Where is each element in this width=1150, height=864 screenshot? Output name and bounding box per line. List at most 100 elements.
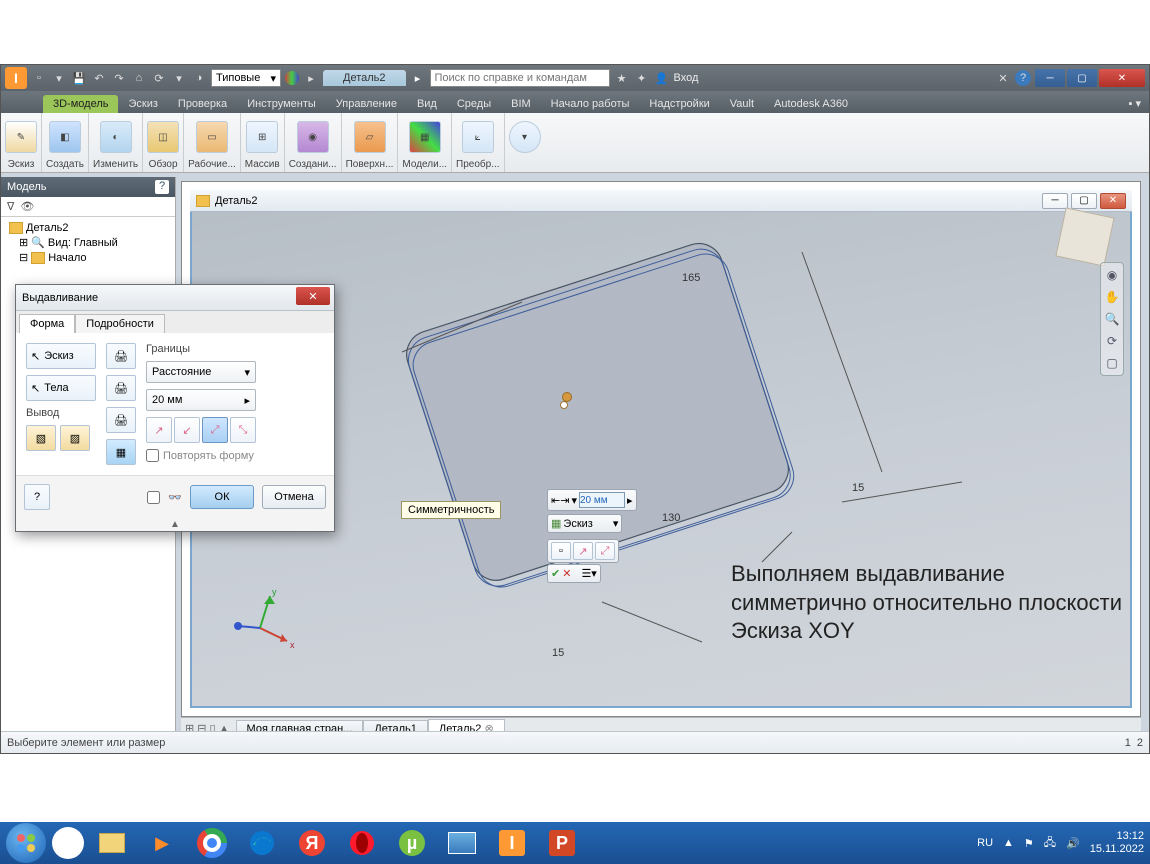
mini-dir2-icon[interactable]: ⤢: [595, 542, 615, 560]
page-2[interactable]: 2: [1137, 737, 1143, 749]
mini-confirm-toolbar[interactable]: ✔ ✕ ☰▾: [547, 564, 601, 583]
redo-icon[interactable]: ↷: [111, 70, 127, 86]
direction-1-button[interactable]: ↗: [146, 417, 172, 443]
tab-3d-model[interactable]: 3D-модель: [43, 95, 118, 113]
expand-icon[interactable]: ⊞: [19, 236, 28, 249]
tb-yandex2-icon[interactable]: Я: [290, 826, 334, 860]
save-icon[interactable]: 💾: [71, 70, 87, 86]
tab-bim[interactable]: BIM: [501, 95, 541, 113]
taskbar-clock[interactable]: 13:12 15.11.2022: [1090, 830, 1144, 856]
tab-getstarted[interactable]: Начало работы: [541, 95, 640, 113]
tab-view[interactable]: Вид: [407, 95, 447, 113]
tray-flag-icon[interactable]: ⚑: [1024, 837, 1034, 850]
modify-icon[interactable]: ◐: [100, 121, 132, 153]
page-1[interactable]: 1: [1125, 737, 1131, 749]
tb-utorrent-icon[interactable]: µ: [390, 826, 434, 860]
extrude-icon[interactable]: ◧: [49, 121, 81, 153]
pan-icon[interactable]: ✋: [1103, 288, 1121, 306]
start-button[interactable]: [6, 823, 46, 863]
tab-a360[interactable]: Autodesk A360: [764, 95, 858, 113]
direction-symmetric-button[interactable]: ⤢: [202, 417, 228, 443]
app-logo-icon[interactable]: I: [5, 67, 27, 89]
distance-input[interactable]: 20 мм▸: [146, 389, 256, 411]
mini-distance-input[interactable]: [579, 492, 625, 508]
orbit-icon[interactable]: ⟳: [1103, 332, 1121, 350]
cancel-icon[interactable]: ✕: [562, 567, 571, 580]
home-icon[interactable]: ⌂: [131, 70, 147, 86]
tab-tools[interactable]: Инструменты: [237, 95, 326, 113]
filter-icon[interactable]: ∇: [7, 200, 14, 213]
tab-sketch[interactable]: Эскиз: [118, 95, 167, 113]
tab-arrow-icon[interactable]: ▸: [410, 70, 426, 86]
color-icon[interactable]: [285, 71, 299, 85]
op-cut-button[interactable]: 🖨: [106, 375, 136, 401]
zoom-icon[interactable]: 🔍: [1103, 310, 1121, 328]
output-surface-button[interactable]: ▨: [60, 425, 90, 451]
vp-close-button[interactable]: ✕: [1100, 193, 1126, 209]
viewcube[interactable]: [1055, 207, 1114, 266]
ok-icon[interactable]: ✔: [551, 567, 560, 580]
star2-icon[interactable]: ✦: [634, 70, 650, 86]
tb-powerpoint-icon[interactable]: P: [540, 826, 584, 860]
tb-lang[interactable]: RU: [977, 837, 993, 849]
op-intersect-button[interactable]: 🖨: [106, 407, 136, 433]
tab-inspect[interactable]: Проверка: [168, 95, 237, 113]
options-icon[interactable]: ☰▾: [581, 567, 596, 580]
extents-combo[interactable]: Расстояние▾: [146, 361, 256, 383]
ribbon-collapse-icon[interactable]: ▪ ▾: [1121, 94, 1149, 113]
convert-icon[interactable]: ⟀: [462, 121, 494, 153]
star-icon[interactable]: ★: [614, 70, 630, 86]
help-icon[interactable]: ?: [1015, 70, 1031, 86]
tb-chrome-icon[interactable]: [190, 826, 234, 860]
solids-select-button[interactable]: ↖Тела: [26, 375, 96, 401]
tree-view[interactable]: ⊞🔍Вид: Главный: [5, 235, 171, 250]
undo-icon[interactable]: ↶: [91, 70, 107, 86]
minimize-button[interactable]: ─: [1035, 69, 1065, 87]
preview-checkbox[interactable]: [147, 491, 160, 504]
tray-up-icon[interactable]: ▲: [1003, 837, 1014, 849]
arrow-icon[interactable]: ▸: [303, 70, 319, 86]
tray-net-icon[interactable]: 🖧: [1044, 834, 1056, 853]
mini-output-icon[interactable]: ▫: [551, 542, 571, 560]
flyout-icon[interactable]: ▸: [627, 494, 633, 507]
tb-edge-icon[interactable]: [240, 826, 284, 860]
vp-minimize-button[interactable]: ─: [1042, 193, 1068, 209]
dimension-15b[interactable]: 15: [552, 647, 564, 659]
mini-distance-toolbar[interactable]: ⇤⇥▾ ▸: [547, 489, 637, 511]
direction-asym-button[interactable]: ⤡: [230, 417, 256, 443]
user-icon[interactable]: 👤: [654, 70, 670, 86]
update-icon[interactable]: ⟳: [151, 70, 167, 86]
dialog-tab-more[interactable]: Подробности: [75, 314, 165, 333]
new-icon[interactable]: ▫: [31, 70, 47, 86]
wheel-icon[interactable]: ◉: [1103, 266, 1121, 284]
tb-explorer-icon[interactable]: [90, 826, 134, 860]
ok-button[interactable]: ОК: [190, 485, 254, 509]
tb-opera-icon[interactable]: [340, 826, 384, 860]
dropdown-icon[interactable]: ▾: [613, 517, 619, 530]
repeat-shape-checkbox[interactable]: Повторять форму: [146, 449, 256, 462]
pattern-icon[interactable]: ⊞: [246, 121, 278, 153]
tab-addins[interactable]: Надстройки: [639, 95, 719, 113]
dialog-tab-shape[interactable]: Форма: [19, 314, 75, 333]
explore-icon[interactable]: ◫: [147, 121, 179, 153]
close-button[interactable]: ✕: [1099, 69, 1145, 87]
tb-inventor-icon[interactable]: I: [490, 826, 534, 860]
direction-2-button[interactable]: ↙: [174, 417, 200, 443]
help-small-icon[interactable]: ?: [155, 180, 169, 194]
op-newsolid-button[interactable]: ▦: [106, 439, 136, 465]
sketch-icon[interactable]: ✎: [5, 121, 37, 153]
profile-select-button[interactable]: ↖Эскиз: [26, 343, 96, 369]
help-search-input[interactable]: [430, 69, 610, 87]
output-solid-button[interactable]: ▧: [26, 425, 56, 451]
dialog-titlebar[interactable]: Выдавливание ✕: [16, 285, 334, 311]
mini-profile-toolbar[interactable]: ▦ Эскиз ▾: [547, 514, 622, 533]
play-icon[interactable]: ▾: [509, 121, 541, 153]
tab-manage[interactable]: Управление: [326, 95, 407, 113]
tab-environments[interactable]: Среды: [447, 95, 501, 113]
maximize-button[interactable]: ▢: [1067, 69, 1097, 87]
glasses-icon[interactable]: 👓: [168, 491, 182, 504]
help-button[interactable]: ?: [24, 484, 50, 510]
work-icon[interactable]: ▭: [196, 121, 228, 153]
tab-vault[interactable]: Vault: [720, 95, 764, 113]
vp-maximize-button[interactable]: ▢: [1071, 193, 1097, 209]
